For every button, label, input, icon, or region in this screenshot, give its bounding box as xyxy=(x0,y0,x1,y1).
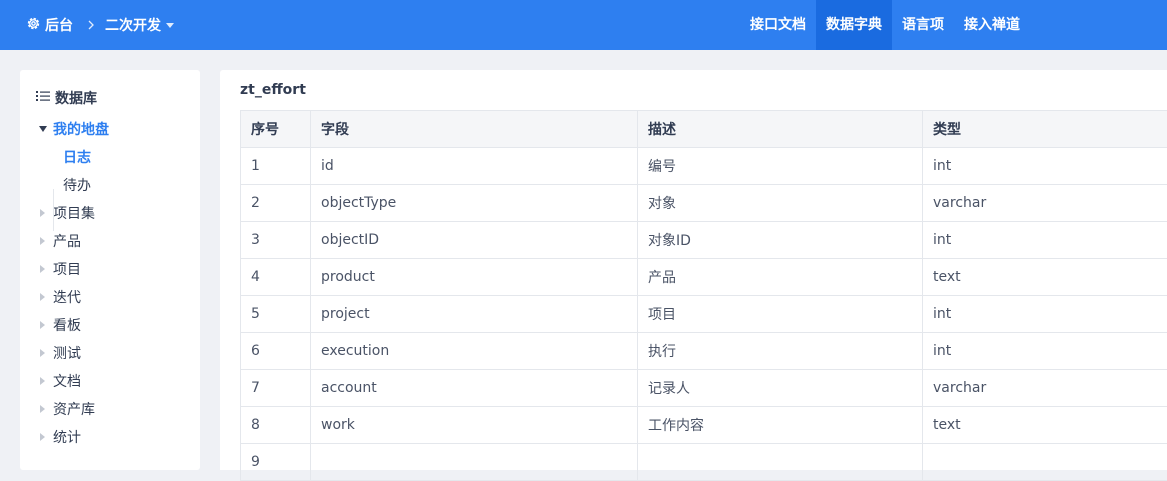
caret-right-icon[interactable] xyxy=(40,209,45,217)
nav-integrate-zentao[interactable]: 接入禅道 xyxy=(954,0,1030,50)
cell-type: int xyxy=(923,296,1167,333)
cell-index: 5 xyxy=(241,296,311,333)
column-header: 类型 xyxy=(923,111,1167,148)
table-name: zt_effort xyxy=(240,82,306,98)
secondary-dev-dropdown[interactable]: 二次开发 xyxy=(105,15,174,35)
tree-item-asset-library[interactable]: 资产库 xyxy=(20,396,200,424)
cell-index: 9 xyxy=(241,444,311,481)
tree-item-todo[interactable]: 待办 xyxy=(20,172,200,200)
cell-field xyxy=(311,444,638,481)
home-label: 后台 xyxy=(45,15,73,35)
table-row: 4 product 产品 text xyxy=(241,259,1167,296)
cell-index: 6 xyxy=(241,333,311,370)
cell-index: 3 xyxy=(241,222,311,259)
cell-description: 编号 xyxy=(638,148,923,185)
crumb-label: 二次开发 xyxy=(105,15,161,35)
table-row: 9 xyxy=(241,444,1167,481)
cell-field: work xyxy=(311,407,638,444)
table-row: 2 objectType 对象 varchar xyxy=(241,185,1167,222)
caret-right-icon[interactable] xyxy=(40,293,45,301)
tree-item-doc[interactable]: 文档 xyxy=(20,368,200,396)
module-tree: 我的地盘 日志 待办 项目集 产品 项目 迭代 看板 测试 xyxy=(20,116,200,452)
caret-right-icon[interactable] xyxy=(40,237,45,245)
cell-index: 4 xyxy=(241,259,311,296)
table-header-row: 序号 字段 描述 类型 xyxy=(241,111,1167,148)
cell-field: project xyxy=(311,296,638,333)
cell-field: product xyxy=(311,259,638,296)
caret-right-icon[interactable] xyxy=(40,405,45,413)
cell-field: account xyxy=(311,370,638,407)
admin-home-link[interactable]: 后台 xyxy=(26,15,73,35)
cell-description: 对象ID xyxy=(638,222,923,259)
caret-right-icon[interactable] xyxy=(40,433,45,441)
cell-field: objectID xyxy=(311,222,638,259)
sidebar-title: 数据库 xyxy=(55,88,97,108)
cell-type: int xyxy=(923,333,1167,370)
cell-description: 执行 xyxy=(638,333,923,370)
table-row: 8 work 工作内容 text xyxy=(241,407,1167,444)
gear-icon xyxy=(26,16,45,35)
tree-item-product[interactable]: 产品 xyxy=(20,228,200,256)
tree-branch-line xyxy=(53,189,54,231)
nav-api-docs[interactable]: 接口文档 xyxy=(740,0,816,50)
caret-right-icon[interactable] xyxy=(40,377,45,385)
caret-right-icon[interactable] xyxy=(40,349,45,357)
breadcrumb: 后台 二次开发 xyxy=(26,0,174,50)
caret-down-icon xyxy=(166,23,174,28)
cell-description: 工作内容 xyxy=(638,407,923,444)
table-row: 6 execution 执行 int xyxy=(241,333,1167,370)
top-nav-menu: 接口文档 数据字典 语言项 接入禅道 xyxy=(740,0,1030,50)
cell-index: 7 xyxy=(241,370,311,407)
cell-description: 产品 xyxy=(638,259,923,296)
tree-item-log[interactable]: 日志 xyxy=(20,144,200,172)
table-row: 3 objectID 对象ID int xyxy=(241,222,1167,259)
cell-type: text xyxy=(923,259,1167,296)
table-row: 1 id 编号 int xyxy=(241,148,1167,185)
tree-item-project[interactable]: 项目 xyxy=(20,256,200,284)
caret-right-icon[interactable] xyxy=(40,265,45,273)
cell-description: 记录人 xyxy=(638,370,923,407)
column-header: 字段 xyxy=(311,111,638,148)
column-header: 序号 xyxy=(241,111,311,148)
cell-index: 8 xyxy=(241,407,311,444)
database-sidebar: 数据库 我的地盘 日志 待办 项目集 产品 项目 迭代 看 xyxy=(20,70,200,470)
chevron-right-icon xyxy=(87,20,95,30)
cell-type: int xyxy=(923,222,1167,259)
tree-item-test[interactable]: 测试 xyxy=(20,340,200,368)
tree-item-statistics[interactable]: 统计 xyxy=(20,424,200,452)
column-header: 描述 xyxy=(638,111,923,148)
cell-field: execution xyxy=(311,333,638,370)
cell-type: text xyxy=(923,407,1167,444)
sidebar-header: 数据库 xyxy=(36,88,97,108)
field-table: 序号 字段 描述 类型 1 id 编号 int 2 objectType 对象 … xyxy=(240,110,1167,481)
top-navbar: 后台 二次开发 接口文档 数据字典 语言项 接入禅道 xyxy=(0,0,1167,50)
tree-item-iteration[interactable]: 迭代 xyxy=(20,284,200,312)
cell-field: id xyxy=(311,148,638,185)
cell-field: objectType xyxy=(311,185,638,222)
table-detail-panel: zt_effort 序号 字段 描述 类型 1 id 编号 int 2 obje… xyxy=(220,70,1167,470)
table-row: 7 account 记录人 varchar xyxy=(241,370,1167,407)
nav-data-dictionary[interactable]: 数据字典 xyxy=(816,0,892,50)
cell-type: varchar xyxy=(923,185,1167,222)
cell-description: 项目 xyxy=(638,296,923,333)
cell-type: varchar xyxy=(923,370,1167,407)
tree-item-program[interactable]: 项目集 xyxy=(20,200,200,228)
cell-description: 对象 xyxy=(638,185,923,222)
cell-index: 1 xyxy=(241,148,311,185)
caret-down-icon[interactable] xyxy=(39,126,47,132)
cell-description xyxy=(638,444,923,481)
cell-index: 2 xyxy=(241,185,311,222)
cell-type xyxy=(923,444,1167,481)
tree-item-my-dashboard[interactable]: 我的地盘 xyxy=(20,116,200,144)
table-row: 5 project 项目 int xyxy=(241,296,1167,333)
caret-right-icon[interactable] xyxy=(40,321,45,329)
nav-language-items[interactable]: 语言项 xyxy=(892,0,954,50)
list-icon xyxy=(36,90,55,106)
tree-item-kanban[interactable]: 看板 xyxy=(20,312,200,340)
cell-type: int xyxy=(923,148,1167,185)
